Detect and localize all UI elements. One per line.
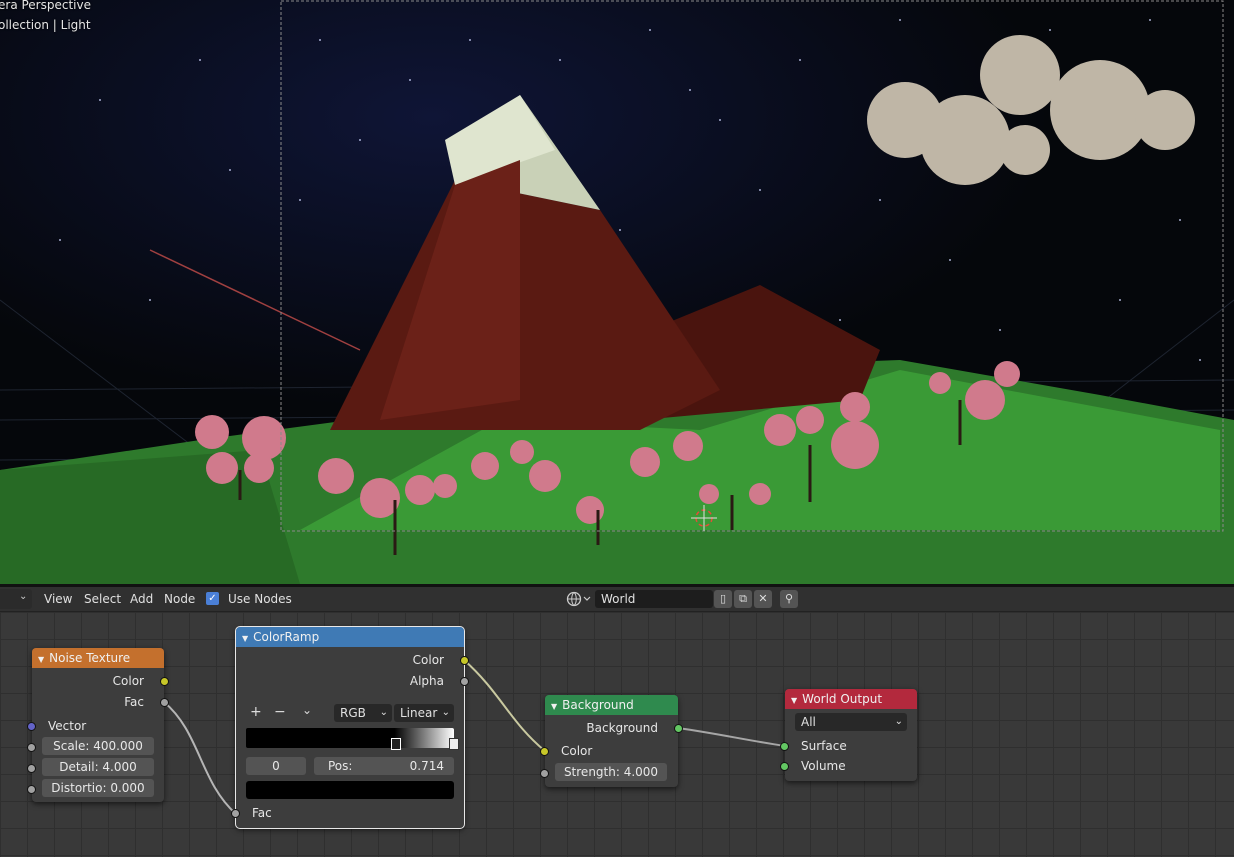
- colorramp-node[interactable]: ▼ ColorRamp Color Alpha + − ⌄ RGB ⌄ Linea…: [231, 626, 469, 829]
- color-ramp-gradient[interactable]: [246, 728, 459, 750]
- menu-add[interactable]: Add: [130, 592, 153, 606]
- output-alpha-socket[interactable]: [460, 677, 469, 686]
- colorramp-header[interactable]: ▼ ColorRamp: [236, 627, 464, 647]
- interpolation-dropdown[interactable]: Linear ⌄: [394, 704, 454, 722]
- world-output-node[interactable]: ▼ World Output All ⌄ Surface Volume: [780, 689, 917, 781]
- input-distortion-socket[interactable]: [27, 785, 36, 794]
- ramp-stop-0[interactable]: [391, 738, 401, 750]
- ramp-stop-1[interactable]: [449, 738, 459, 750]
- world-icon: [566, 591, 591, 607]
- output-color-socket[interactable]: [460, 656, 469, 665]
- background-node[interactable]: ▼ Background Background Color Strength: 4…: [540, 695, 683, 787]
- chevron-down-icon: ⌄: [379, 707, 388, 718]
- interpolation-value: Linear: [400, 706, 438, 720]
- world-name-field[interactable]: World: [595, 590, 713, 608]
- link-noise-fac-to-ramp-fac: [163, 701, 237, 815]
- add-stop-button[interactable]: +: [250, 704, 262, 720]
- viewport-collection-label: ollection | Light: [0, 18, 91, 32]
- output-fac-label: Fac: [124, 695, 144, 709]
- input-fac-label: Fac: [252, 806, 272, 820]
- chevron-down-icon: ⌄: [894, 716, 903, 727]
- world-output-header[interactable]: ▼ World Output: [785, 689, 917, 709]
- collapse-triangle-icon[interactable]: ▼: [242, 634, 248, 643]
- menu-select[interactable]: Select: [84, 592, 121, 606]
- use-nodes-label: Use Nodes: [228, 592, 292, 606]
- input-strength-socket[interactable]: [540, 769, 549, 778]
- output-background-label: Background: [586, 721, 658, 735]
- chevron-down-icon: ⌄: [19, 591, 28, 602]
- color-mode-value: RGB: [340, 706, 366, 720]
- render-target-value: All: [801, 715, 816, 729]
- scale-field[interactable]: Scale: 400.000: [42, 737, 154, 755]
- input-vector-label: Vector: [48, 719, 87, 733]
- output-fac-socket[interactable]: [160, 698, 169, 707]
- node-title: Noise Texture: [49, 651, 131, 665]
- output-color-socket[interactable]: [160, 677, 169, 686]
- input-volume-socket[interactable]: [780, 762, 789, 771]
- pos-value: 0.714: [409, 759, 444, 773]
- menu-node[interactable]: Node: [164, 592, 195, 606]
- node-title: ColorRamp: [253, 630, 320, 644]
- 3d-viewport[interactable]: era Perspective ollection | Light: [0, 0, 1234, 584]
- collapse-triangle-icon[interactable]: ▼: [38, 655, 44, 664]
- noise-texture-node[interactable]: ▼ Noise Texture Color Fac Vector Scale: 4…: [27, 648, 169, 802]
- collapse-triangle-icon[interactable]: ▼: [791, 696, 797, 705]
- strength-field[interactable]: Strength: 4.000: [555, 763, 667, 781]
- fake-user-icon[interactable]: ▯: [714, 590, 732, 608]
- background-header[interactable]: ▼ Background: [545, 695, 678, 715]
- pin-icon[interactable]: ⚲: [780, 590, 798, 608]
- pos-label: Pos:: [328, 759, 353, 773]
- input-surface-label: Surface: [801, 739, 847, 753]
- input-vector-socket[interactable]: [27, 722, 36, 731]
- collapse-triangle-icon[interactable]: ▼: [551, 702, 557, 711]
- use-nodes-checkbox[interactable]: ✓: [206, 592, 219, 605]
- editor-type-dropdown[interactable]: ⌄: [0, 589, 32, 609]
- output-alpha-label: Alpha: [409, 674, 444, 688]
- viewport-render: [0, 0, 1234, 584]
- input-scale-socket[interactable]: [27, 743, 36, 752]
- menu-view[interactable]: View: [44, 592, 72, 606]
- stop-color-swatch[interactable]: [246, 781, 454, 799]
- remove-stop-button[interactable]: −: [274, 704, 286, 720]
- duplicate-icon[interactable]: ⧉: [734, 590, 752, 608]
- input-detail-socket[interactable]: [27, 764, 36, 773]
- viewport-view-label: era Perspective: [0, 0, 91, 12]
- ramp-specials-button[interactable]: ⌄: [302, 703, 312, 717]
- node-editor-canvas[interactable]: ▼ Noise Texture Color Fac Vector Scale: 4…: [0, 612, 1234, 857]
- noise-texture-header[interactable]: ▼ Noise Texture: [32, 648, 164, 668]
- active-stop-index-field[interactable]: 0: [246, 757, 306, 775]
- stop-position-field[interactable]: Pos: 0.714: [314, 757, 454, 775]
- node-title: World Output: [802, 692, 883, 706]
- link-ramp-color-to-bg-color: [463, 659, 546, 752]
- detail-field[interactable]: Detail: 4.000: [42, 758, 154, 776]
- input-fac-socket[interactable]: [231, 809, 240, 818]
- input-volume-label: Volume: [801, 759, 846, 773]
- output-background-socket[interactable]: [674, 724, 683, 733]
- node-title: Background: [562, 698, 634, 712]
- input-color-label: Color: [561, 744, 593, 758]
- distortion-field[interactable]: Distortio: 0.000: [42, 779, 154, 797]
- output-color-label: Color: [112, 674, 144, 688]
- output-color-label: Color: [412, 653, 444, 667]
- chevron-down-icon: ⌄: [441, 707, 450, 718]
- color-mode-dropdown[interactable]: RGB ⌄: [334, 704, 392, 722]
- world-browse-button[interactable]: [565, 590, 591, 608]
- render-target-dropdown[interactable]: All ⌄: [795, 713, 907, 731]
- close-icon[interactable]: ✕: [754, 590, 772, 608]
- input-surface-socket[interactable]: [780, 742, 789, 751]
- node-editor-header: ⌄ View Select Add Node ✓ Use Nodes World…: [0, 587, 1234, 612]
- link-bg-to-surface: [677, 727, 786, 747]
- input-color-socket[interactable]: [540, 747, 549, 756]
